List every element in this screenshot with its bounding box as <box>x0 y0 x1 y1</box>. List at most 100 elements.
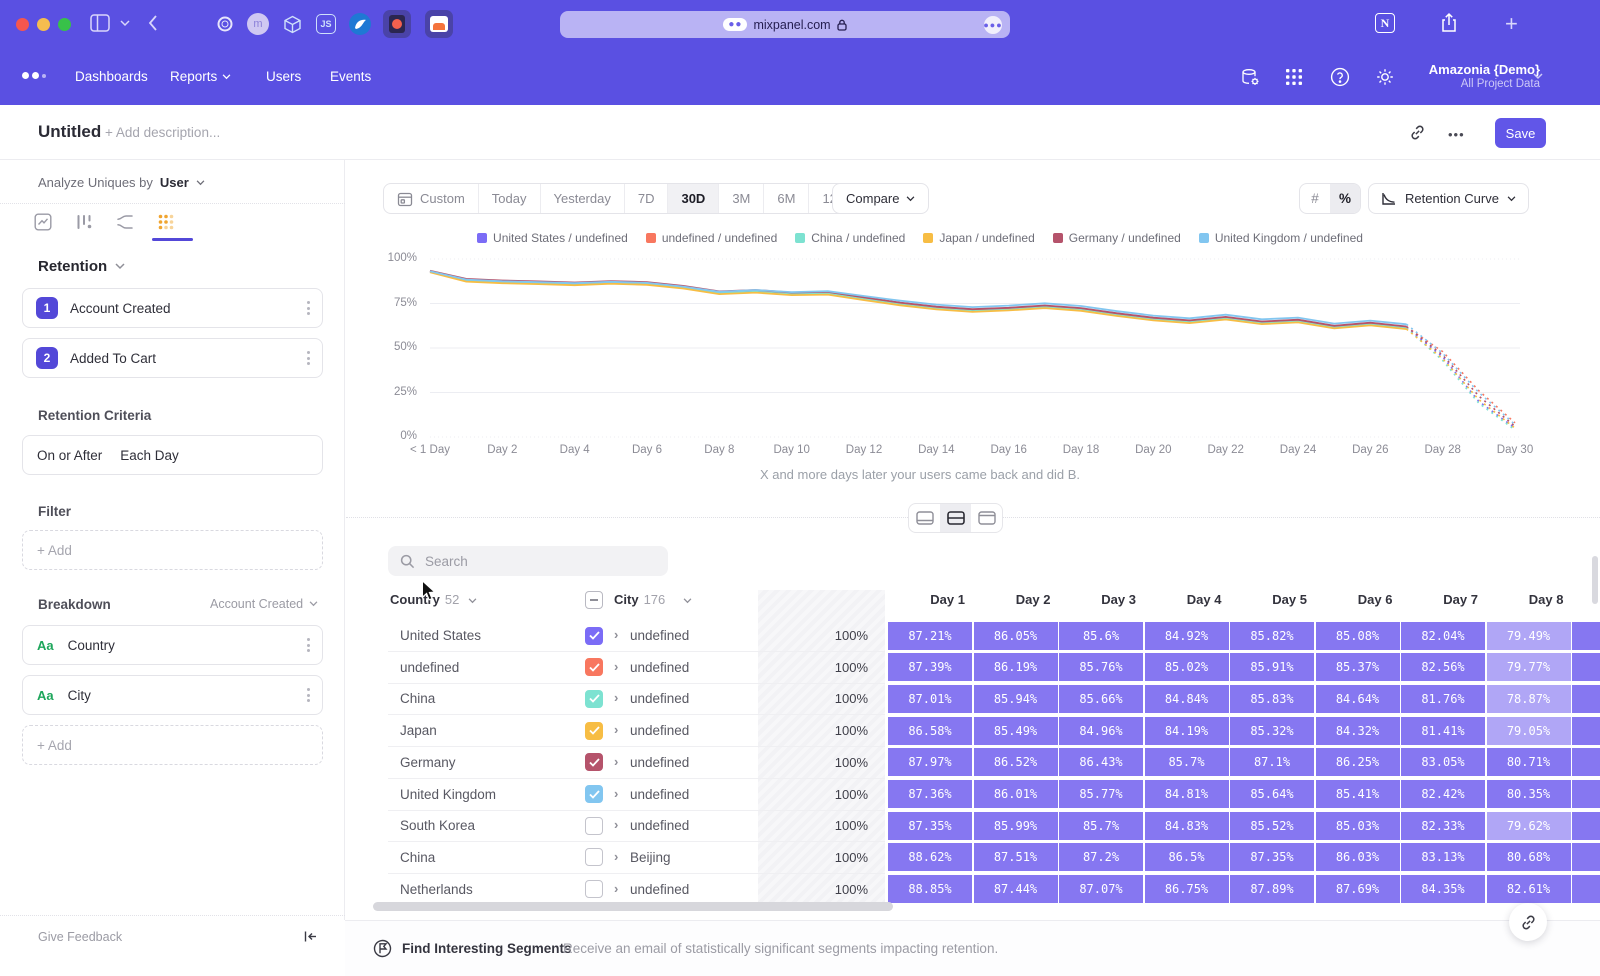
retention-value-cell[interactable]: 86.03% <box>1316 843 1400 871</box>
retention-value-cell[interactable]: 86.75% <box>1145 875 1229 903</box>
kebab-menu-icon[interactable] <box>307 638 310 652</box>
retention-value-cell[interactable]: 86.01% <box>974 780 1058 808</box>
kebab-menu-icon[interactable] <box>307 301 310 315</box>
retention-value-cell[interactable]: 79.77% <box>1487 653 1571 681</box>
favicon-js[interactable]: JS <box>312 10 340 38</box>
retention-value-cell[interactable]: 84.84% <box>1145 685 1229 713</box>
add-filter-button[interactable]: + Add <box>22 530 323 570</box>
retention-value-cell[interactable]: 78.87% <box>1487 685 1571 713</box>
time-range-7d[interactable]: 7D <box>624 184 668 213</box>
time-range-3m[interactable]: 3M <box>718 184 763 213</box>
expand-row-chevron-icon[interactable]: › <box>614 754 618 769</box>
tab-insights-icon[interactable] <box>34 213 52 236</box>
notion-extension-icon[interactable]: N <box>1375 13 1395 33</box>
retention-value-cell[interactable]: 84.83% <box>1145 812 1229 840</box>
retention-value-cell[interactable]: 85.08% <box>1316 622 1400 650</box>
retention-value-cell-partial[interactable] <box>1572 875 1600 903</box>
retention-value-cell[interactable]: 85.49% <box>974 717 1058 745</box>
nav-events[interactable]: Events <box>330 69 371 84</box>
row-checkbox[interactable] <box>585 817 603 835</box>
retention-value-cell[interactable]: 86.5% <box>1145 843 1229 871</box>
retention-value-cell[interactable]: 87.97% <box>888 748 972 776</box>
kebab-menu-icon[interactable] <box>307 351 310 365</box>
city-column-header[interactable]: City176 <box>614 592 665 607</box>
share-icon[interactable] <box>1440 12 1458 33</box>
expand-row-chevron-icon[interactable]: › <box>614 817 618 832</box>
horizontal-scrollbar[interactable] <box>373 902 893 911</box>
day-column-header[interactable]: Day 2 <box>974 592 1058 607</box>
retention-value-cell[interactable]: 87.35% <box>1230 843 1314 871</box>
retention-value-cell[interactable]: 86.19% <box>974 653 1058 681</box>
retention-value-cell[interactable]: 85.37% <box>1316 653 1400 681</box>
chart-type-dropdown[interactable]: Retention Curve <box>1368 183 1529 214</box>
retention-value-cell[interactable]: 84.19% <box>1145 717 1229 745</box>
nav-users[interactable]: Users <box>266 69 301 84</box>
kebab-menu-icon[interactable] <box>307 688 310 702</box>
retention-value-cell[interactable]: 86.25% <box>1316 748 1400 776</box>
step-card-added-to-cart[interactable]: 2 Added To Cart <box>22 338 323 378</box>
retention-value-cell[interactable]: 80.35% <box>1487 780 1571 808</box>
day-column-header[interactable]: Day 7 <box>1401 592 1485 607</box>
retention-value-cell[interactable]: 82.61% <box>1487 875 1571 903</box>
retention-section-header[interactable]: Retention <box>38 258 107 275</box>
day-column-header[interactable]: Day 6 <box>1316 592 1400 607</box>
retention-value-cell[interactable]: 87.2% <box>1059 843 1143 871</box>
retention-value-cell[interactable]: 86.05% <box>974 622 1058 650</box>
retention-value-cell[interactable]: 79.49% <box>1487 622 1571 650</box>
mixpanel-logo[interactable] <box>22 72 46 79</box>
save-button[interactable]: Save <box>1495 118 1546 148</box>
nav-reports[interactable]: Reports <box>170 69 231 84</box>
minimize-window-button[interactable] <box>37 18 50 31</box>
retention-value-cell[interactable]: 85.7% <box>1059 812 1143 840</box>
criteria-mode[interactable]: On or After <box>37 448 102 463</box>
collapse-sidebar-icon[interactable] <box>303 930 318 948</box>
retention-value-cell[interactable]: 86.52% <box>974 748 1058 776</box>
retention-value-cell-partial[interactable] <box>1572 685 1600 713</box>
legend-item[interactable]: Japan / undefined <box>923 231 1034 245</box>
retention-value-cell[interactable]: 87.89% <box>1230 875 1314 903</box>
time-range-custom[interactable]: Custom <box>384 184 478 213</box>
help-icon[interactable] <box>1330 67 1350 87</box>
retention-value-cell[interactable]: 84.32% <box>1316 717 1400 745</box>
layout-table-only-icon[interactable] <box>971 504 1002 532</box>
tab-retention-icon[interactable] <box>157 213 175 236</box>
find-segments-title[interactable]: Find Interesting Segments <box>402 941 572 956</box>
retention-value-cell[interactable]: 83.05% <box>1401 748 1485 776</box>
analyze-entity-dropdown[interactable]: User <box>160 175 189 190</box>
retention-value-cell[interactable]: 87.1% <box>1230 748 1314 776</box>
retention-value-cell[interactable]: 83.13% <box>1401 843 1485 871</box>
legend-item[interactable]: undefined / undefined <box>646 231 777 245</box>
time-range-30d[interactable]: 30D <box>667 184 718 213</box>
row-checkbox[interactable] <box>585 848 603 866</box>
retention-value-cell[interactable]: 86.58% <box>888 717 972 745</box>
expand-row-chevron-icon[interactable]: › <box>614 722 618 737</box>
retention-value-cell[interactable]: 85.94% <box>974 685 1058 713</box>
retention-value-cell[interactable]: 85.02% <box>1145 653 1229 681</box>
table-search-input[interactable]: Search <box>388 546 668 576</box>
retention-value-cell[interactable]: 85.32% <box>1230 717 1314 745</box>
legend-item[interactable]: United Kingdom / undefined <box>1199 231 1363 245</box>
tab-overview-chevron-icon[interactable] <box>120 20 130 27</box>
country-header-chevron-icon[interactable] <box>468 598 477 604</box>
address-bar[interactable]: ●● mixpanel.com ●●● <box>560 11 1010 38</box>
day-column-header[interactable]: Day 3 <box>1059 592 1143 607</box>
day-column-header[interactable]: Day 5 <box>1230 592 1314 607</box>
time-range-6m[interactable]: 6M <box>763 184 808 213</box>
retention-value-cell[interactable]: 84.64% <box>1316 685 1400 713</box>
retention-value-cell[interactable]: 87.51% <box>974 843 1058 871</box>
criteria-interval[interactable]: Each Day <box>120 448 179 463</box>
expand-row-chevron-icon[interactable]: › <box>614 627 618 642</box>
day-column-header[interactable]: Day 1 <box>888 592 972 607</box>
retention-value-cell[interactable]: 87.07% <box>1059 875 1143 903</box>
row-checkbox[interactable] <box>585 627 603 645</box>
favicon-m[interactable]: m <box>244 10 272 38</box>
retention-value-cell[interactable]: 85.83% <box>1230 685 1314 713</box>
retention-value-cell[interactable]: 85.76% <box>1059 653 1143 681</box>
retention-value-cell[interactable]: 85.6% <box>1059 622 1143 650</box>
vertical-scrollbar[interactable] <box>1592 556 1598 604</box>
report-title[interactable]: Untitled <box>38 122 101 142</box>
retention-value-cell[interactable]: 87.21% <box>888 622 972 650</box>
retention-value-cell-partial[interactable] <box>1572 653 1600 681</box>
data-management-icon[interactable] <box>1240 67 1261 88</box>
favicon-bird[interactable] <box>346 10 374 38</box>
